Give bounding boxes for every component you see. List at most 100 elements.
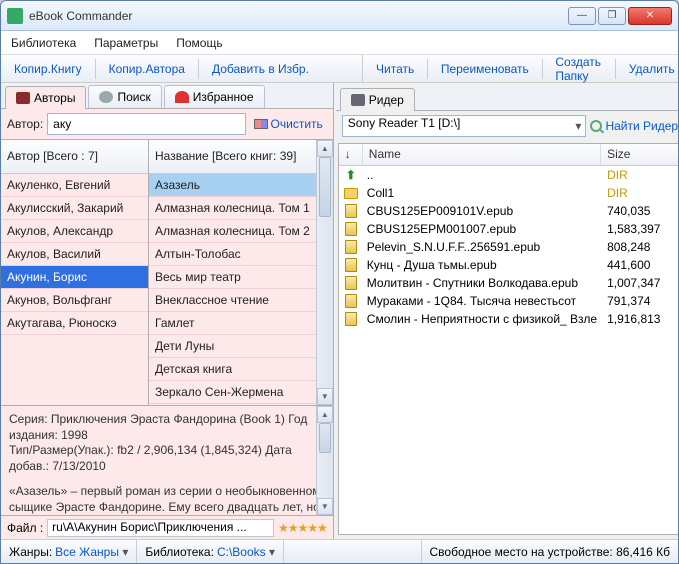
- epub-icon: [345, 258, 357, 272]
- file-row[interactable]: ⬆..DIR: [339, 166, 679, 184]
- file-size: 441,600: [601, 258, 679, 272]
- copy-book-button[interactable]: Копир.Книгу: [5, 58, 91, 80]
- epub-icon: [345, 294, 357, 308]
- reader-file-list: ↓ Name Size ⬆..DIRColl1DIRCBUS125EP00910…: [338, 143, 679, 535]
- book-item[interactable]: Внеклассное чтение: [149, 289, 316, 312]
- reader-device-select[interactable]: Sony Reader T1 [D:\]: [342, 115, 587, 137]
- file-size: 1,916,813: [601, 312, 679, 326]
- add-fav-button[interactable]: Добавить в Избр.: [203, 58, 318, 80]
- file-name: Pelevin_S.N.U.F.F..256591.epub: [363, 240, 601, 254]
- menu-help[interactable]: Помощь: [176, 36, 222, 50]
- file-size: 740,035: [601, 204, 679, 218]
- file-size: 791,374: [601, 294, 679, 308]
- copy-author-button[interactable]: Копир.Автора: [100, 58, 194, 80]
- file-size: 808,248: [601, 240, 679, 254]
- file-row[interactable]: Coll1DIR: [339, 184, 679, 202]
- window-title: eBook Commander: [29, 9, 568, 23]
- file-name: CBUS125EP009101V.epub: [363, 204, 601, 218]
- search-icon: [99, 91, 113, 103]
- epub-icon: [345, 204, 357, 218]
- toolbar-right: Читать Переименовать Создать Папку Удали…: [363, 55, 679, 83]
- tab-authors[interactable]: Авторы: [5, 86, 86, 109]
- book-item[interactable]: Азазель: [149, 174, 316, 197]
- delete-button[interactable]: Удалить: [620, 58, 679, 80]
- book-item[interactable]: Алмазная колесница. Том 1: [149, 197, 316, 220]
- file-row[interactable]: Молитвин - Спутники Волкодава.epub1,007,…: [339, 274, 679, 292]
- col-name[interactable]: Name: [363, 144, 601, 165]
- author-item[interactable]: Акуленко, Евгений: [1, 174, 148, 197]
- menu-library[interactable]: Библиотека: [11, 36, 76, 50]
- books-list[interactable]: АзазельАлмазная колесница. Том 1Алмазная…: [149, 174, 316, 405]
- epub-icon: [345, 276, 357, 290]
- mkdir-button[interactable]: Создать Папку: [546, 51, 611, 87]
- books-header[interactable]: Название [Всего книг: 39]: [149, 140, 316, 174]
- authors-list[interactable]: Акуленко, ЕвгенийАкулисский, ЗакарийАкул…: [1, 174, 148, 405]
- author-item[interactable]: Акулов, Василий: [1, 243, 148, 266]
- book-icon: [16, 92, 30, 104]
- file-row[interactable]: CBUS125EPM001007.epub1,583,397: [339, 220, 679, 238]
- read-button[interactable]: Читать: [367, 58, 423, 80]
- rename-button[interactable]: Переименовать: [432, 58, 538, 80]
- genres-select[interactable]: Все Жанры: [55, 545, 128, 559]
- file-row[interactable]: Pelevin_S.N.U.F.F..256591.epub808,248: [339, 238, 679, 256]
- menu-parameters[interactable]: Параметры: [94, 36, 158, 50]
- statusbar: Жанры: Все Жанры Библиотека: C:\Books Св…: [1, 539, 678, 563]
- author-item[interactable]: Акунин, Борис: [1, 266, 148, 289]
- file-row[interactable]: CBUS125EP009101V.epub740,035: [339, 202, 679, 220]
- author-item[interactable]: Акулисский, Закарий: [1, 197, 148, 220]
- info-scrollbar[interactable]: ▲▼: [316, 406, 333, 515]
- find-reader-button[interactable]: Найти Ридер: [590, 119, 678, 133]
- book-item[interactable]: Алтын-Толобас: [149, 243, 316, 266]
- scroll-thumb[interactable]: [319, 157, 331, 217]
- clear-filter-button[interactable]: Очистить: [250, 115, 327, 133]
- author-filter-input[interactable]: [47, 113, 245, 135]
- book-item[interactable]: Детская книга: [149, 358, 316, 381]
- close-button[interactable]: ✕: [628, 7, 672, 25]
- tab-favorites[interactable]: Избранное: [164, 85, 265, 108]
- scroll-up-icon[interactable]: ▲: [317, 140, 333, 157]
- file-name: Кунц - Душа тьмы.epub: [363, 258, 601, 272]
- file-name: ..: [363, 168, 601, 182]
- books-scrollbar[interactable]: ▲ ▼: [316, 140, 333, 405]
- titlebar: eBook Commander — ❐ ✕: [1, 1, 678, 31]
- author-item[interactable]: Акунов, Вольфганг: [1, 289, 148, 312]
- reader-icon: [351, 94, 365, 106]
- file-name: Смолин - Неприятности с физикой_ Взле: [363, 312, 601, 326]
- book-item[interactable]: Алмазная колесница. Том 2: [149, 220, 316, 243]
- free-space: Свободное место на устройстве: 86,416 Кб: [421, 540, 679, 563]
- tab-reader[interactable]: Ридер: [340, 88, 415, 111]
- epub-icon: [345, 312, 357, 326]
- genres-label: Жанры:: [9, 545, 52, 559]
- book-info: Серия: Приключения Эраста Фандорина (Boo…: [1, 405, 333, 515]
- file-row[interactable]: Мураками - 1Q84. Тысяча невестьсот791,37…: [339, 292, 679, 310]
- book-item[interactable]: Дети Луны: [149, 335, 316, 358]
- file-row[interactable]: Смолин - Неприятности с физикой_ Взле1,9…: [339, 310, 679, 328]
- eraser-icon: [254, 119, 268, 129]
- magnifier-icon: [590, 120, 602, 132]
- file-name: Мураками - 1Q84. Тысяча невестьсот: [363, 294, 601, 308]
- file-row[interactable]: Кунц - Душа тьмы.epub441,600: [339, 256, 679, 274]
- author-item[interactable]: Акутагава, Рюноскэ: [1, 312, 148, 335]
- col-size[interactable]: Size: [601, 144, 679, 165]
- library-pane: Авторы Поиск Избранное Автор: Очистить А…: [1, 83, 334, 539]
- file-name: CBUS125EPM001007.epub: [363, 222, 601, 236]
- library-select[interactable]: C:\Books: [217, 545, 275, 559]
- book-item[interactable]: Весь мир театр: [149, 266, 316, 289]
- author-item[interactable]: Акулов, Александр: [1, 220, 148, 243]
- file-name: Coll1: [363, 186, 601, 200]
- rating-stars[interactable]: ★★★★★: [278, 521, 327, 535]
- file-size: DIR: [601, 168, 679, 182]
- col-icon[interactable]: ↓: [339, 144, 363, 165]
- scroll-down-icon[interactable]: ▼: [317, 388, 333, 405]
- minimize-button[interactable]: —: [568, 7, 596, 25]
- book-item[interactable]: Гамлет: [149, 312, 316, 335]
- authors-header[interactable]: Автор [Всего : 7]: [1, 140, 148, 174]
- epub-icon: [345, 222, 357, 236]
- maximize-button[interactable]: ❐: [598, 7, 626, 25]
- book-item[interactable]: Зеркало Сен-Жермена: [149, 381, 316, 404]
- heart-icon: [175, 91, 189, 103]
- filter-label: Автор:: [7, 117, 43, 131]
- tab-search[interactable]: Поиск: [88, 85, 161, 108]
- reader-pane: Ридер Sony Reader T1 [D:\] Найти Ридер ↓…: [334, 83, 679, 539]
- file-path[interactable]: ru\А\Акунин Борис\Приключения ...: [47, 519, 274, 537]
